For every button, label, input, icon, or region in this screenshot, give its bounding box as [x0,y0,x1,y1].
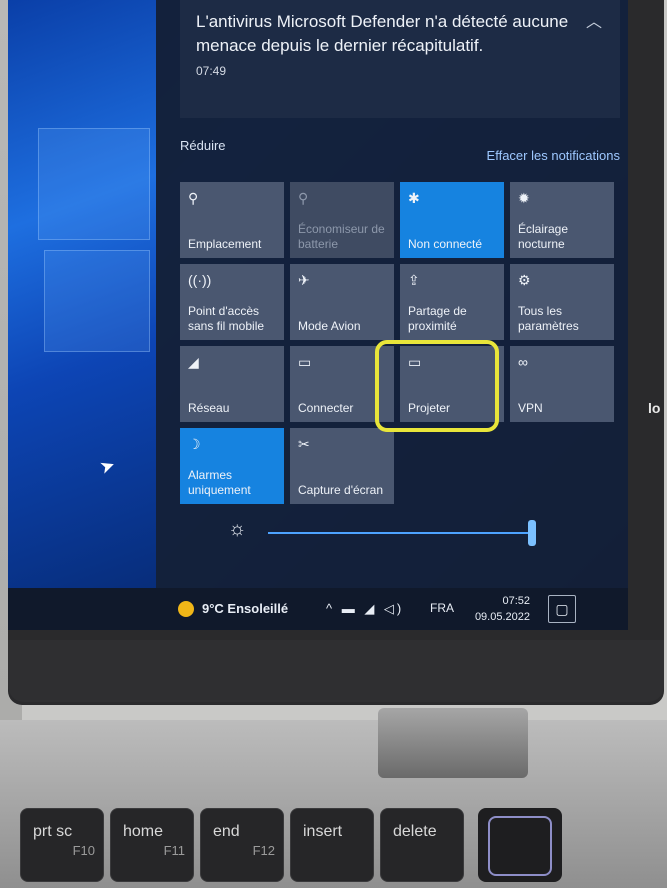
brightness-slider[interactable]: ☼ [180,512,620,552]
tile-label: Partage de proximité [408,304,467,333]
tile-label: Éclairage nocturne [518,222,569,251]
key-function-label: F12 [252,843,275,858]
tile-label: Capture d'écran [298,483,384,497]
tile-all-settings[interactable]: ⚙ Tous les paramètres [510,264,614,340]
windows-logo-pane [44,250,150,352]
tile-network[interactable]: ◢ Réseau [180,346,284,422]
notification-time: 07:49 [196,64,227,78]
tile-battery-saver[interactable]: ⚲ Économiseur de batterie [290,182,394,258]
tile-vpn[interactable]: ∞ VPN [510,346,614,422]
side-label: lo [648,400,661,416]
tile-mobile-hotspot-icon: ((·)) [188,272,212,288]
key-label: prt sc [33,823,73,840]
tile-label: Tous les paramètres [518,304,579,333]
tile-label: Économiseur de batterie [298,222,385,251]
tile-location[interactable]: ⚲ Emplacement [180,182,284,258]
language-indicator[interactable]: FRA [430,601,454,615]
laptop-chin [8,640,664,702]
tile-mobile-hotspot[interactable]: ((·)) Point d'accès sans fil mobile [180,264,284,340]
insert-key[interactable]: insert [290,808,374,882]
notification-text: L'antivirus Microsoft Defender n'a détec… [196,12,569,55]
tile-battery-saver-icon: ⚲ [298,190,309,206]
brightness-icon: ☼ [228,518,247,540]
home-key[interactable]: home F11 [110,808,194,882]
tile-nearby-sharing[interactable]: ⇪ Partage de proximité [400,264,504,340]
tile-location-icon: ⚲ [188,190,199,206]
tile-night-light[interactable]: ✹ Éclairage nocturne [510,182,614,258]
system-tray-icons[interactable]: ^ ▬ ◢ ◁) [326,601,404,617]
key-function-label: F10 [72,843,95,858]
tile-label: VPN [518,401,543,415]
tile-nearby-sharing-icon: ⇪ [408,272,420,288]
tile-all-settings-icon: ⚙ [518,272,531,288]
tile-airplane-mode-icon: ✈ [298,272,310,288]
key-label: delete [393,823,437,840]
desktop-wallpaper [8,0,156,600]
tile-label: Emplacement [188,237,262,251]
tile-bluetooth[interactable]: ✱ Non connecté [400,182,504,258]
key-label: home [123,823,164,840]
clock-time: 07:52 [502,595,530,607]
laptop-hinge [378,708,528,778]
prtsc-key[interactable]: prt sc F10 [20,808,104,882]
screen: ➤ L'antivirus Microsoft Defender n'a dét… [8,0,628,630]
tile-night-light-icon: ✹ [518,190,530,206]
collapse-link[interactable]: Réduire [180,138,226,153]
slider-track[interactable] [268,532,530,534]
tile-network-icon: ◢ [188,354,199,370]
tile-connect-icon: ▭ [298,354,312,370]
end-key[interactable]: end F12 [200,808,284,882]
action-center: L'antivirus Microsoft Defender n'a détec… [156,0,628,600]
tile-label: Alarmes uniquement [188,468,251,497]
chevron-up-icon[interactable]: ︿ [586,8,602,32]
tile-focus-assist-icon: ☽ [188,436,201,452]
tile-label: Non connecté [408,237,483,251]
windows-logo-pane [38,128,150,240]
defender-notification[interactable]: L'antivirus Microsoft Defender n'a détec… [180,0,620,118]
delete-key[interactable]: delete [380,808,464,882]
key-function-label: F11 [163,843,185,858]
keyboard-row: prt sc F10 home F11 end F12 insert delete [0,808,667,888]
fingerprint-sensor-icon [488,816,552,876]
tile-screen-snip-icon: ✂ [298,436,310,452]
clock[interactable]: 07:52 09.05.2022 [466,593,530,625]
tile-airplane-mode[interactable]: ✈ Mode Avion [290,264,394,340]
tile-vpn-icon: ∞ [518,354,528,370]
tile-bluetooth-icon: ✱ [408,190,420,206]
fingerprint-key[interactable] [478,808,562,882]
key-label: end [213,823,240,840]
slider-thumb[interactable] [528,520,536,546]
key-label: insert [303,823,343,840]
tile-label: Réseau [188,401,230,415]
tile-focus-assist[interactable]: ☽ Alarmes uniquement [180,428,284,504]
tile-label: Point d'accès sans fil mobile [188,304,265,333]
clock-date: 09.05.2022 [474,611,530,623]
taskbar: 9°C Ensoleillé ^ ▬ ◢ ◁) FRA 07:52 09.05.… [8,588,628,630]
weather-widget[interactable]: 9°C Ensoleillé [202,601,288,616]
clear-notifications-link[interactable]: Effacer les notifications [487,148,620,163]
highlight-circle [375,340,499,432]
tile-label: Mode Avion [298,319,361,333]
tile-screen-snip[interactable]: ✂ Capture d'écran [290,428,394,504]
notification-center-icon[interactable]: ▢ [548,595,576,623]
sun-icon [178,601,194,617]
